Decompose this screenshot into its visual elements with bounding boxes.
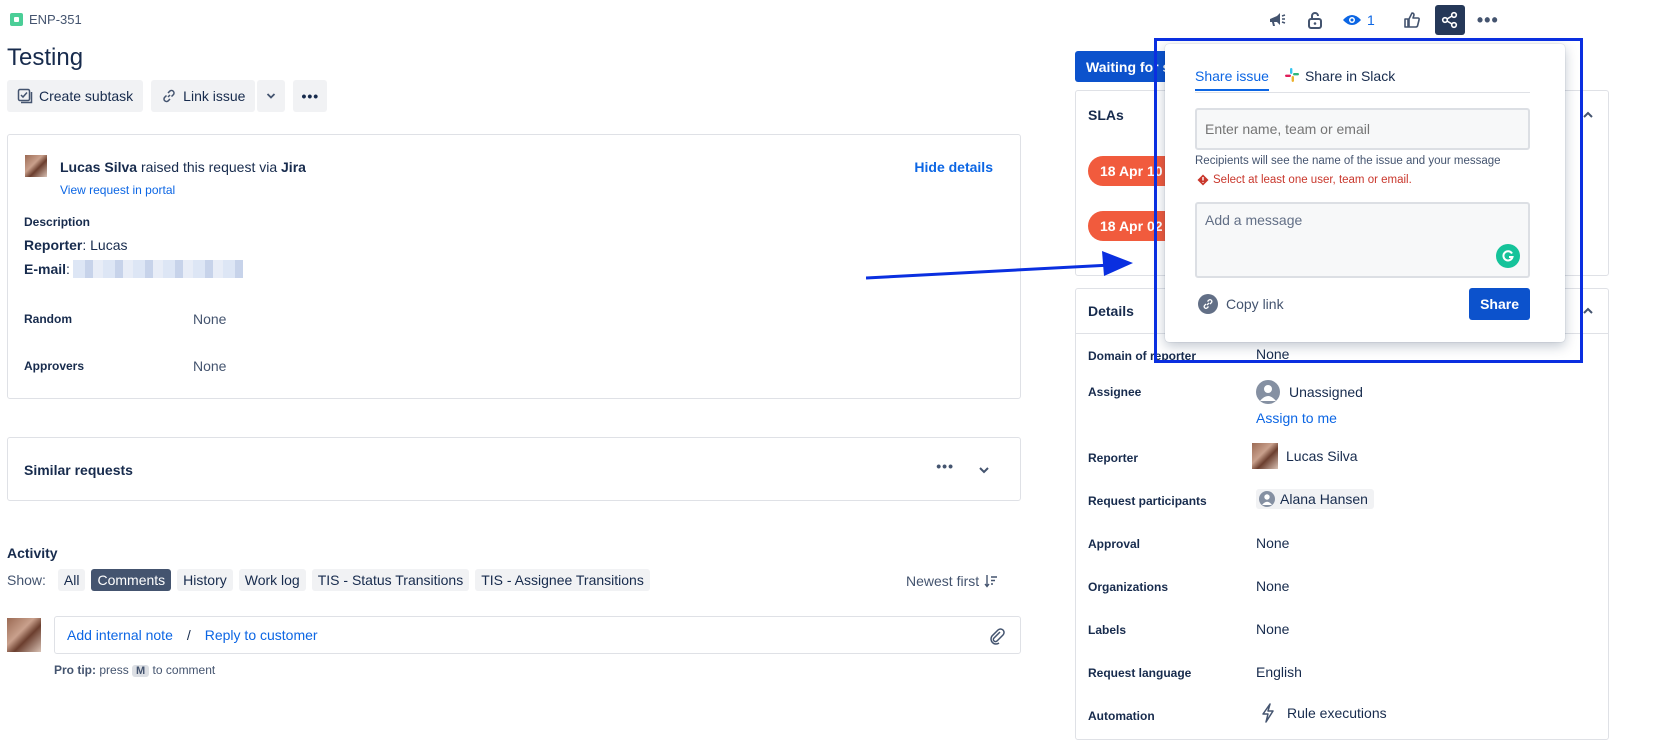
link-icon (1198, 294, 1218, 314)
activity-title: Activity (7, 545, 58, 561)
filter-status-transitions[interactable]: TIS - Status Transitions (311, 569, 470, 591)
activity-filters: Show: All Comments History Work log TIS … (7, 569, 650, 591)
recipients-note: Recipients will see the name of the issu… (1195, 155, 1501, 167)
request-language-value[interactable]: English (1256, 664, 1302, 680)
description-email: E-mail: (24, 260, 243, 278)
user-avatar-icon (1259, 491, 1275, 507)
issue-title[interactable]: Testing (7, 44, 83, 72)
user-avatar-icon (1256, 380, 1280, 404)
tab-share-in-slack[interactable]: Share in Slack (1284, 68, 1395, 90)
filter-all[interactable]: All (57, 569, 86, 591)
comment-box[interactable]: Add internal note / Reply to customer (54, 616, 1021, 654)
more-toolbar-button[interactable]: ••• (293, 80, 328, 112)
similar-requests-title: Similar requests (24, 462, 133, 478)
approval-value[interactable]: None (1256, 535, 1289, 551)
share-popup: Share issue Share in Slack Recipients wi… (1165, 44, 1565, 342)
lock-icon[interactable] (1300, 5, 1330, 35)
current-user-avatar (7, 618, 41, 652)
error-icon (1197, 174, 1209, 186)
organizations-label: Organizations (1088, 580, 1169, 594)
details-panel: Details Domain of reporter None Assignee… (1075, 288, 1609, 740)
chevron-up-icon[interactable] (1582, 110, 1594, 119)
link-issue-button[interactable]: Link issue (151, 80, 256, 112)
lightning-icon (1262, 703, 1274, 723)
more-icon[interactable]: ••• (936, 458, 954, 474)
issue-key[interactable]: ENP-351 (10, 12, 82, 27)
similar-requests-card[interactable]: Similar requests ••• (7, 437, 1021, 501)
participant-chip[interactable]: Alana Hansen (1256, 489, 1374, 509)
field-random-label: Random (24, 312, 72, 326)
recipient-error: Select at least one user, team or email. (1197, 174, 1412, 186)
subtask-icon (17, 88, 33, 104)
link-icon (163, 89, 175, 103)
reporter-label: Reporter (1088, 451, 1139, 465)
assignee-label: Assignee (1088, 385, 1142, 399)
pro-tip: Pro tip: press M to comment (54, 663, 216, 677)
description-label: Description (24, 215, 91, 229)
filter-comments[interactable]: Comments (91, 569, 172, 591)
message-textarea[interactable]: Add a message (1195, 202, 1530, 278)
copy-link-button[interactable]: Copy link (1198, 294, 1284, 314)
more-actions-icon[interactable]: ••• (1473, 5, 1503, 35)
automation-label: Automation (1088, 709, 1155, 723)
field-approvers-value[interactable]: None (193, 358, 226, 374)
assignee-value[interactable]: Unassigned (1256, 380, 1363, 404)
automation-value[interactable]: Rule executions (1261, 703, 1387, 723)
create-subtask-button[interactable]: Create subtask (7, 80, 144, 112)
megaphone-icon[interactable] (1262, 5, 1292, 35)
field-random-value[interactable]: None (193, 311, 226, 327)
sort-button[interactable]: Newest first (906, 573, 998, 589)
share-icon[interactable] (1434, 5, 1465, 35)
filter-history[interactable]: History (177, 569, 233, 591)
share-button[interactable]: Share (1469, 288, 1530, 320)
issue-toolbar: Create subtask Link issue ••• (7, 80, 328, 112)
issue-actions: 1 ••• (1262, 5, 1503, 35)
attachment-icon[interactable] (988, 627, 1006, 645)
filter-assignee-transitions[interactable]: TIS - Assignee Transitions (475, 569, 650, 591)
request-participants-label: Request participants (1088, 494, 1207, 508)
avatar (1252, 443, 1278, 469)
keyboard-key: M (132, 665, 150, 677)
slack-icon (1284, 68, 1299, 82)
approval-label: Approval (1088, 537, 1141, 551)
request-language-label: Request language (1088, 666, 1192, 680)
avatar (25, 155, 47, 177)
assign-to-me-link[interactable]: Assign to me (1256, 410, 1337, 426)
details-title[interactable]: Details (1088, 303, 1134, 319)
show-label: Show: (7, 572, 46, 588)
recipient-input[interactable] (1195, 108, 1530, 150)
thumbs-up-icon[interactable] (1397, 5, 1427, 35)
view-request-in-portal-link[interactable]: View request in portal (60, 183, 175, 197)
labels-label: Labels (1088, 623, 1127, 637)
tabs-divider (1195, 92, 1530, 93)
link-issue-dropdown[interactable] (257, 80, 286, 112)
slas-title[interactable]: SLAs (1088, 107, 1124, 123)
eye-icon (1343, 15, 1361, 25)
grammarly-icon[interactable] (1496, 244, 1520, 268)
filter-work-log[interactable]: Work log (238, 569, 306, 591)
field-approvers-label: Approvers (24, 359, 85, 373)
reporter-value[interactable]: Lucas Silva (1252, 443, 1358, 469)
issue-type-icon (10, 13, 23, 26)
hide-details-link[interactable]: Hide details (914, 159, 993, 175)
request-details-card: Lucas Silva raised this request via Jira… (7, 134, 1021, 399)
chevron-down-icon[interactable] (978, 466, 990, 475)
chevron-down-icon (267, 93, 276, 99)
tab-share-issue[interactable]: Share issue (1195, 68, 1269, 91)
domain-of-reporter-value[interactable]: None (1256, 346, 1289, 362)
description-reporter: Reporter: Lucas (24, 237, 128, 253)
labels-value[interactable]: None (1256, 621, 1289, 637)
chevron-up-icon[interactable] (1582, 306, 1594, 315)
share-tabs: Share issue Share in Slack (1195, 68, 1395, 91)
domain-of-reporter-label: Domain of reporter (1088, 349, 1197, 363)
status-button[interactable]: Waiting for su (1075, 51, 1175, 82)
redacted-email (72, 260, 243, 278)
organizations-value[interactable]: None (1256, 578, 1289, 594)
reply-to-customer-link[interactable]: Reply to customer (205, 627, 318, 643)
watch-button[interactable]: 1 (1338, 5, 1379, 35)
request-raised-line: Lucas Silva raised this request via Jira (60, 159, 306, 175)
add-internal-note-link[interactable]: Add internal note (67, 627, 173, 643)
sort-icon (984, 575, 998, 588)
